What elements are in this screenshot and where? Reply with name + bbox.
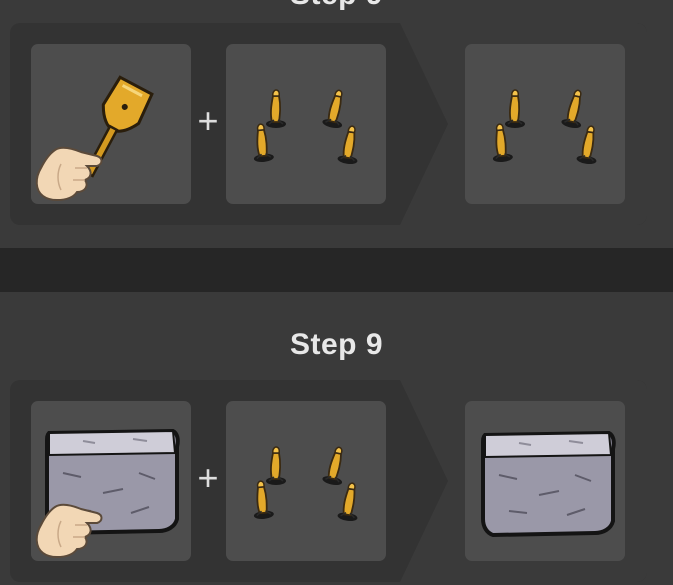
- hand-icon: [35, 146, 103, 201]
- tool-slot[interactable]: [31, 44, 191, 204]
- plus-sign: +: [197, 457, 219, 498]
- step-title: Step 9: [289, 328, 384, 361]
- step-separator: [0, 248, 673, 292]
- hand-icon: [35, 503, 103, 558]
- result-slot[interactable]: [465, 401, 625, 561]
- planted-saplings-icon: [226, 401, 386, 561]
- tool-slot[interactable]: [31, 401, 191, 561]
- step-card: Step 9 +: [0, 292, 673, 585]
- step-title: Step 9: [0, 0, 673, 12]
- recipe-row: +: [10, 23, 647, 225]
- step-card: Step 9 +: [0, 0, 673, 248]
- dug-saplings-icon: [465, 44, 625, 204]
- target-slot[interactable]: [226, 44, 386, 204]
- stone-block-icon: [481, 431, 616, 537]
- plus-sign: +: [197, 100, 219, 141]
- recipe-row: +: [10, 380, 647, 582]
- result-slot[interactable]: [465, 44, 625, 204]
- planted-saplings-icon: [226, 44, 386, 204]
- target-slot[interactable]: [226, 401, 386, 561]
